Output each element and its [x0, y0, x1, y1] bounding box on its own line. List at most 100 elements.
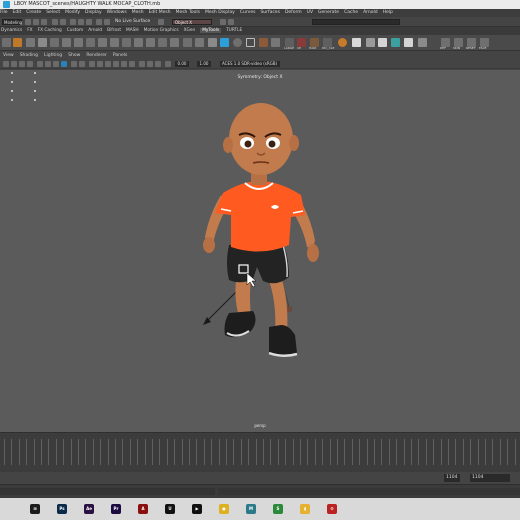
shelf-tab-fx-caching[interactable]: FX Caching	[38, 28, 62, 33]
shelf-separate-icon[interactable]	[110, 38, 119, 47]
shelf-poly-icon[interactable]	[2, 38, 11, 47]
menu-deform[interactable]: Deform	[285, 10, 302, 15]
viewport-menu-renderer[interactable]: Renderer	[86, 53, 107, 58]
safe-action-icon[interactable]	[79, 61, 85, 67]
viewport-menu-panels[interactable]: Panels	[113, 53, 127, 58]
gate-mask-icon[interactable]	[61, 61, 67, 67]
viewport-menu-show[interactable]: Show	[68, 53, 80, 58]
menu-file[interactable]: File	[0, 10, 8, 15]
smooth-shade-icon[interactable]	[97, 61, 103, 67]
shelf-tab-xgen[interactable]: XGen	[184, 28, 196, 33]
after-effects-icon[interactable]: Ae	[84, 504, 94, 514]
object-symmetry-field[interactable]: Object X	[172, 19, 212, 25]
redo-icon[interactable]	[60, 19, 66, 25]
shelf-sphere-icon[interactable]	[220, 38, 229, 47]
substance-icon[interactable]: S	[273, 504, 283, 514]
photoshop-icon[interactable]: Ps	[57, 504, 67, 514]
film-gate-icon[interactable]	[45, 61, 51, 67]
snap-curve-icon[interactable]	[104, 19, 110, 25]
image-plane-icon[interactable]	[27, 61, 33, 67]
menu-mesh-tools[interactable]: Mesh Tools	[176, 10, 200, 15]
save-scene-icon[interactable]	[41, 19, 47, 25]
mascot-character[interactable]	[185, 95, 345, 395]
premiere-icon[interactable]: Pr	[111, 504, 121, 514]
shelf-tab-arnold[interactable]: Arnold	[88, 28, 102, 33]
menu-select[interactable]: Select	[46, 10, 60, 15]
live-surface-label[interactable]: No Live Surface	[115, 19, 150, 24]
shelf-square-icon[interactable]	[246, 38, 255, 47]
shelf-tab-custom[interactable]: Custom	[67, 28, 83, 33]
capcut-icon[interactable]: ▶	[192, 504, 202, 514]
shelf-tab-motion-graphics[interactable]: Motion Graphics	[144, 28, 179, 33]
shelf-target-weld-icon[interactable]	[134, 38, 143, 47]
shelf-uv-icon[interactable]	[158, 38, 167, 47]
shelf-ik-icon[interactable]	[271, 38, 280, 47]
select-camera-icon[interactable]	[3, 61, 9, 67]
current-frame-field[interactable]: 1104	[444, 474, 460, 482]
viewport-menu-lighting[interactable]: Lighting	[44, 53, 62, 58]
shelf-bridge-icon[interactable]	[86, 38, 95, 47]
menu-help[interactable]: Help	[383, 10, 393, 15]
shelf-freeze-icon[interactable]	[183, 38, 192, 47]
undo-icon[interactable]	[52, 19, 58, 25]
shelf-tab-dynamics[interactable]: Dynamics	[1, 28, 22, 33]
shelf-orange-sphere-icon[interactable]	[338, 38, 347, 47]
shelf-combine-icon[interactable]	[98, 38, 107, 47]
menu-cache[interactable]: Cache	[344, 10, 358, 15]
shelf-joint-icon[interactable]	[259, 38, 268, 47]
field-chart-icon[interactable]	[71, 61, 77, 67]
time-slider[interactable]	[0, 432, 520, 472]
menu-uv[interactable]: UV	[307, 10, 313, 15]
menu-mesh[interactable]: Mesh	[132, 10, 144, 15]
menu-curves[interactable]: Curves	[240, 10, 256, 15]
menu-windows[interactable]: Windows	[107, 10, 127, 15]
open-scene-icon[interactable]	[33, 19, 39, 25]
select-object-icon[interactable]	[78, 19, 84, 25]
textured-icon[interactable]	[113, 61, 119, 67]
shelf-cross-icon[interactable]	[378, 38, 387, 47]
shelf-mirror-icon[interactable]	[26, 38, 35, 47]
menu-generate[interactable]: Generate	[318, 10, 339, 15]
render-icon[interactable]	[158, 19, 164, 25]
shelf-tab-fx[interactable]: FX	[27, 28, 32, 33]
exposure-field[interactable]: 0.00	[175, 61, 189, 67]
menu-edit-mesh[interactable]: Edit Mesh	[149, 10, 171, 15]
menu-create[interactable]: Create	[26, 10, 41, 15]
lights-icon[interactable]	[121, 61, 127, 67]
motion-blur-icon[interactable]	[147, 61, 153, 67]
render-settings-icon[interactable]	[228, 19, 234, 25]
shelf-crease-icon[interactable]	[146, 38, 155, 47]
shelf-history-icon[interactable]	[170, 38, 179, 47]
shelf-center-pivot-icon[interactable]	[195, 38, 204, 47]
new-scene-icon[interactable]	[25, 19, 31, 25]
ipr-render-icon[interactable]	[220, 19, 226, 25]
color-management-select[interactable]: ACES 1.0 SDR-video (sRGB)	[220, 61, 280, 67]
shadows-icon[interactable]	[129, 61, 135, 67]
quick-search-input[interactable]	[312, 19, 400, 25]
shelf-brush-icon[interactable]	[38, 38, 47, 47]
grid-toggle-icon[interactable]	[37, 61, 43, 67]
shelf-tab-turtle[interactable]: TURTLE	[226, 28, 242, 33]
shelf-extrude-icon[interactable]	[74, 38, 83, 47]
viewport-menu-view[interactable]: View	[3, 53, 14, 58]
end-frame-field[interactable]: 1104	[470, 474, 510, 482]
select-hierarchy-icon[interactable]	[70, 19, 76, 25]
shelf-skull-icon[interactable]	[366, 38, 375, 47]
menu-edit[interactable]: Edit	[13, 10, 22, 15]
resolution-gate-icon[interactable]	[53, 61, 59, 67]
maya-icon[interactable]: M	[246, 504, 256, 514]
isolate-select-icon[interactable]	[165, 61, 171, 67]
gamma-field[interactable]: 1.00	[197, 61, 211, 67]
acrobat-icon[interactable]: A	[138, 504, 148, 514]
menu-modify[interactable]: Modify	[65, 10, 80, 15]
bookmark-icon[interactable]	[19, 61, 25, 67]
shelf-arms-icon[interactable]	[418, 38, 427, 47]
ambient-occlusion-icon[interactable]	[139, 61, 145, 67]
wireframe-icon[interactable]	[89, 61, 95, 67]
shelf-tab-bifrost[interactable]: Bifrost	[107, 28, 121, 33]
shelf-teal-icon[interactable]	[391, 38, 400, 47]
select-component-icon[interactable]	[86, 19, 92, 25]
shelf-box-icon[interactable]	[13, 38, 22, 47]
shelf-white-icon[interactable]	[352, 38, 361, 47]
shelf-camera-icon[interactable]	[208, 38, 217, 47]
